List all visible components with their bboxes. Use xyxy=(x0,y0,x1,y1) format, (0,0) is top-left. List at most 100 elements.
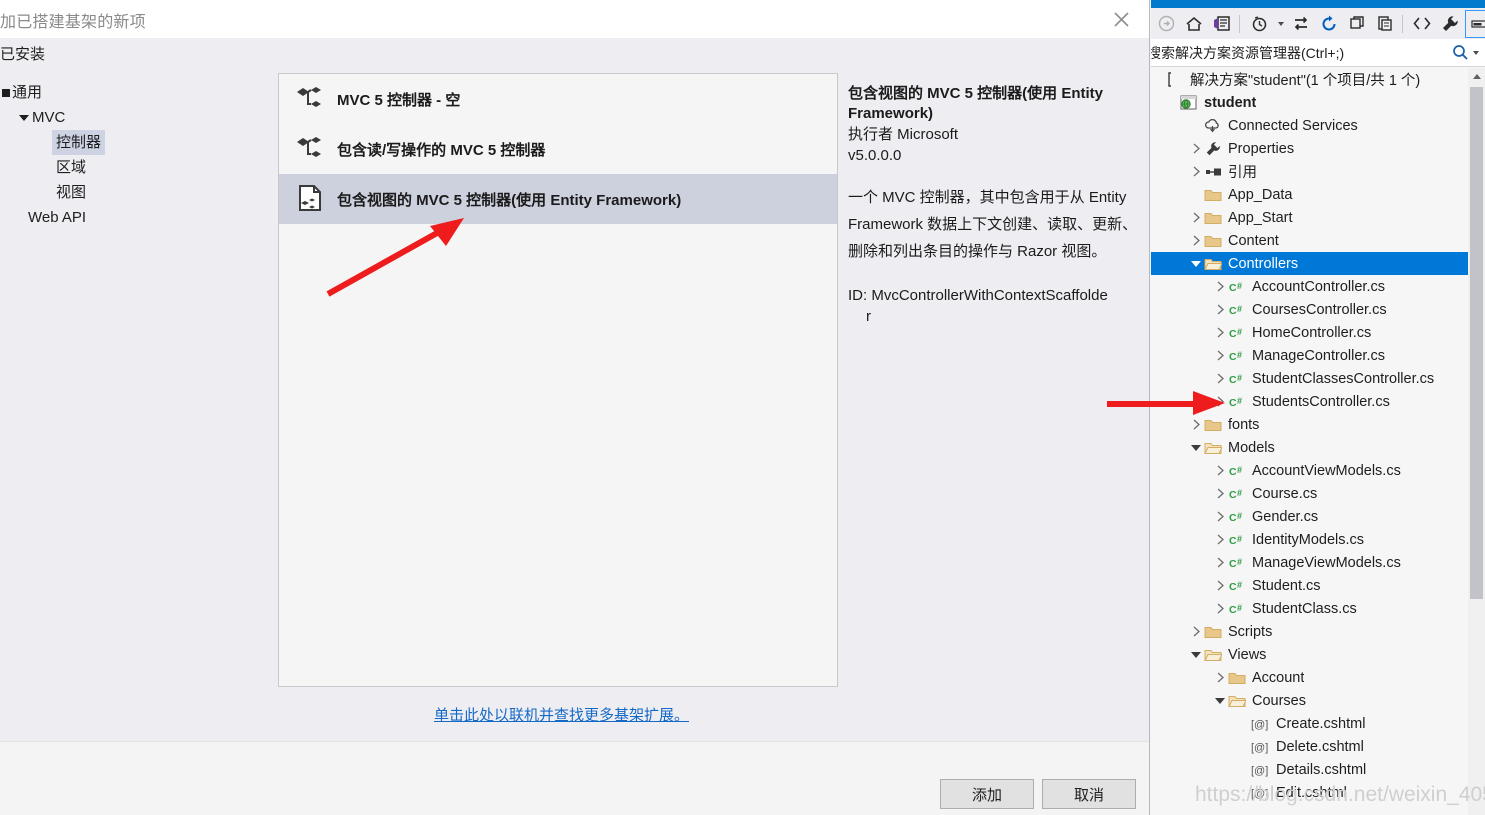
tree-item[interactable]: [@] Create.cshtml xyxy=(1151,712,1469,735)
magnifier-icon[interactable] xyxy=(1452,44,1479,61)
category-row-webapi[interactable]: Web API xyxy=(0,205,270,230)
pending-changes-icon[interactable] xyxy=(1246,11,1272,37)
properties-wrench-icon[interactable] xyxy=(1437,11,1463,37)
tree-item[interactable]: Properties xyxy=(1151,137,1469,160)
tree-item[interactable]: C # AccountController.cs xyxy=(1151,275,1469,298)
preview-selected-items-icon[interactable] xyxy=(1465,9,1485,38)
scrollbar-thumb[interactable] xyxy=(1470,87,1483,599)
chevron-right-icon[interactable] xyxy=(1213,666,1227,689)
show-all-files-icon[interactable] xyxy=(1372,11,1398,37)
tree-item[interactable]: C # CoursesController.cs xyxy=(1151,298,1469,321)
category-row-view[interactable]: 视图 xyxy=(0,180,270,205)
chevron-right-icon[interactable] xyxy=(1213,298,1227,321)
category-row-controller[interactable]: 控制器 xyxy=(0,130,270,155)
svg-text:C: C xyxy=(1229,581,1237,593)
description-version: v5.0.0.0 xyxy=(848,147,902,164)
tree-item[interactable]: C # StudentClassesController.cs xyxy=(1151,367,1469,390)
view-code-icon[interactable] xyxy=(1409,11,1435,37)
tree-item[interactable]: App_Data xyxy=(1151,183,1469,206)
tree-item[interactable]: C # Course.cs xyxy=(1151,482,1469,505)
list-item-label: 包含视图的 MVC 5 控制器(使用 Entity Framework) xyxy=(337,191,682,209)
list-item[interactable]: 包含读/写操作的 MVC 5 控制器 xyxy=(279,124,837,174)
find-more-scaffolds-link[interactable]: 单击此处以联机并查找更多基架扩展。 xyxy=(434,704,689,725)
collapse-all-icon[interactable] xyxy=(1344,11,1370,37)
scaffold-list: MVC 5 控制器 - 空 包含读/写操作的 MVC 5 控制器 包含视图的 M… xyxy=(278,73,838,687)
tree-item[interactable]: Account xyxy=(1151,666,1469,689)
search-input[interactable]: 搜索解决方案资源管理器(Ctrl+;) xyxy=(1151,43,1452,63)
category-label: 视图 xyxy=(56,184,87,201)
chevron-right-icon[interactable] xyxy=(1213,275,1227,298)
tree-item-label: fonts xyxy=(1228,416,1260,433)
chevron-right-icon[interactable] xyxy=(1213,321,1227,344)
scroll-up-arrow[interactable] xyxy=(1468,68,1485,85)
tree-item[interactable]: Courses xyxy=(1151,689,1469,712)
tree-item[interactable]: C # ManageViewModels.cs xyxy=(1151,551,1469,574)
chevron-right-icon[interactable] xyxy=(1189,620,1203,643)
tree-item[interactable]: student xyxy=(1151,91,1469,114)
back-icon[interactable] xyxy=(1153,11,1179,37)
list-item[interactable]: 包含视图的 MVC 5 控制器(使用 Entity Framework) xyxy=(279,174,837,224)
chevron-down-icon[interactable] xyxy=(18,105,30,130)
csharp-icon: C # xyxy=(1227,530,1247,550)
svg-text:C: C xyxy=(1229,374,1237,386)
tree-item[interactable]: fonts xyxy=(1151,413,1469,436)
tree-item-label: HomeController.cs xyxy=(1252,324,1372,341)
close-icon[interactable] xyxy=(1104,6,1138,32)
chevron-right-icon[interactable] xyxy=(1213,551,1227,574)
search-box[interactable]: 搜索解决方案资源管理器(Ctrl+;) xyxy=(1151,39,1485,67)
chevron-down-icon[interactable] xyxy=(1274,11,1286,37)
chevron-right-icon[interactable] xyxy=(1189,229,1203,252)
tree-item[interactable]: C # AccountViewModels.cs xyxy=(1151,459,1469,482)
category-row-general[interactable]: 通用 xyxy=(0,80,270,105)
tree-item[interactable]: Controllers xyxy=(1151,252,1469,275)
tree-item[interactable]: Models xyxy=(1151,436,1469,459)
tree-item[interactable]: C # HomeController.cs xyxy=(1151,321,1469,344)
tree-item[interactable]: 引用 xyxy=(1151,160,1469,183)
chevron-right-icon[interactable] xyxy=(1213,344,1227,367)
refresh-icon[interactable] xyxy=(1316,11,1342,37)
chevron-right-icon[interactable] xyxy=(1213,390,1227,413)
tree-item[interactable]: Scripts xyxy=(1151,620,1469,643)
tree-item[interactable]: Views xyxy=(1151,643,1469,666)
tree-item[interactable]: C # IdentityModels.cs xyxy=(1151,528,1469,551)
add-button[interactable]: 添加 xyxy=(940,779,1034,809)
tree-item[interactable]: Connected Services xyxy=(1151,114,1469,137)
solution-view-icon[interactable] xyxy=(1209,11,1235,37)
list-item[interactable]: MVC 5 控制器 - 空 xyxy=(279,74,837,124)
chevron-right-icon[interactable] xyxy=(1213,367,1227,390)
chevron-down-icon[interactable] xyxy=(1213,689,1227,712)
tree-item[interactable]: C # StudentClass.cs xyxy=(1151,597,1469,620)
tree-item[interactable]: App_Start xyxy=(1151,206,1469,229)
cancel-button[interactable]: 取消 xyxy=(1042,779,1136,809)
chevron-right-icon[interactable] xyxy=(1189,413,1203,436)
solution-tree-scrollbar[interactable] xyxy=(1468,68,1485,815)
chevron-right-icon[interactable] xyxy=(1213,459,1227,482)
csharp-icon: C # xyxy=(1227,346,1247,366)
chevron-right-icon[interactable] xyxy=(1189,206,1203,229)
home-icon[interactable] xyxy=(1181,11,1207,37)
chevron-right-icon[interactable] xyxy=(1213,505,1227,528)
tree-item[interactable]: [@] Details.cshtml xyxy=(1151,758,1469,781)
tree-item[interactable]: Content xyxy=(1151,229,1469,252)
chevron-right-icon[interactable] xyxy=(1213,574,1227,597)
chevron-down-icon[interactable] xyxy=(1189,436,1203,459)
chevron-down-icon[interactable] xyxy=(1189,643,1203,666)
tree-item[interactable]: C # ManageController.cs xyxy=(1151,344,1469,367)
chevron-right-icon[interactable] xyxy=(1213,482,1227,505)
category-row-mvc[interactable]: MVC xyxy=(0,105,270,130)
sync-icon[interactable] xyxy=(1288,11,1314,37)
tree-item[interactable]: C # StudentsController.cs xyxy=(1151,390,1469,413)
chevron-right-icon[interactable] xyxy=(1213,528,1227,551)
tree-item[interactable]: C # Student.cs xyxy=(1151,574,1469,597)
tree-item[interactable]: [@] Delete.cshtml xyxy=(1151,735,1469,758)
chevron-right-icon[interactable] xyxy=(1213,597,1227,620)
tree-item[interactable]: C # Gender.cs xyxy=(1151,505,1469,528)
chevron-right-icon[interactable] xyxy=(1189,137,1203,160)
tree-item[interactable]: [@] Edit.cshtml xyxy=(1151,781,1469,804)
category-row-area[interactable]: 区域 xyxy=(0,155,270,180)
chevron-down-icon[interactable] xyxy=(1189,252,1203,275)
tree-item[interactable]: 解决方案"student"(1 个项目/共 1 个) xyxy=(1151,68,1469,91)
chevron-right-icon[interactable] xyxy=(1189,160,1203,183)
